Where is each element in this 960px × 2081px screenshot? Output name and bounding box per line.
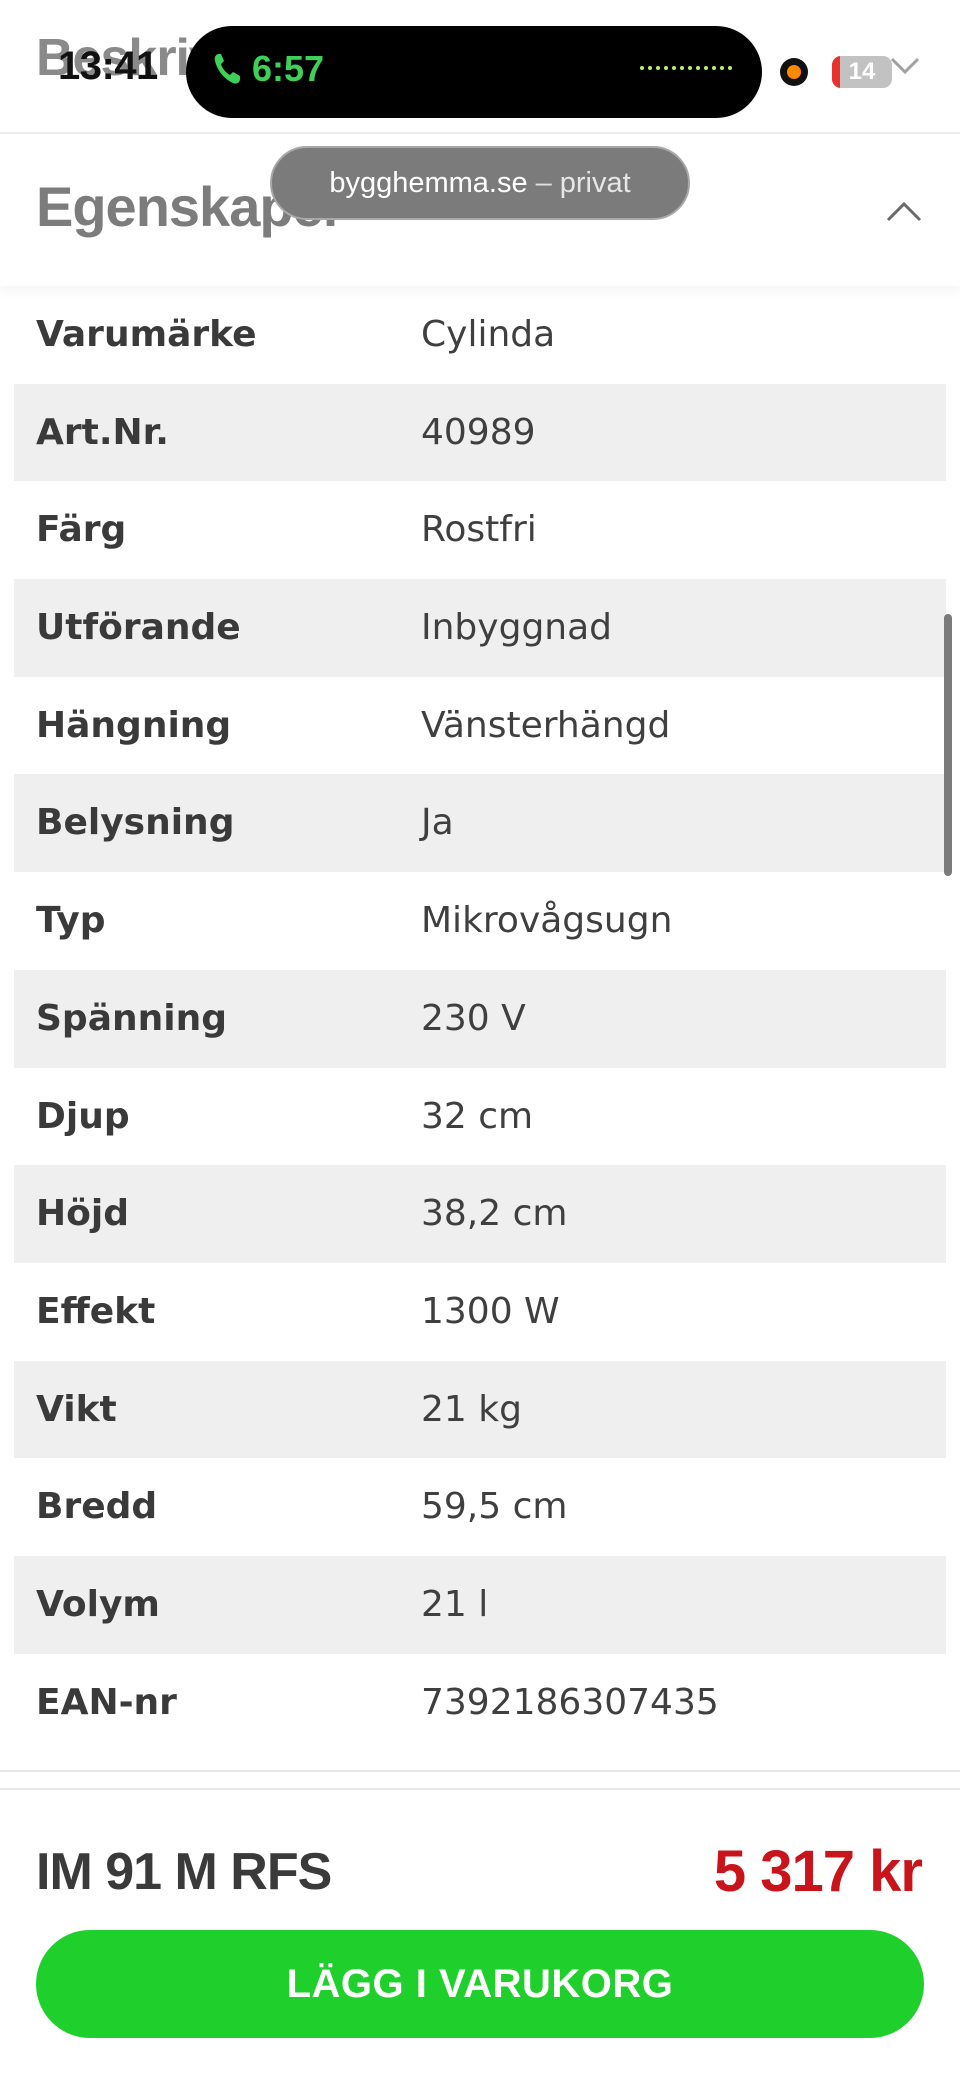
product-price: 5 317 kr (713, 1839, 923, 1904)
call-indicator: 6:57 (212, 48, 324, 90)
recording-dot-icon (780, 58, 808, 86)
spec-value: 21 kg (421, 1388, 522, 1430)
url-separator: – (535, 166, 552, 199)
battery-icon: 14 (832, 56, 892, 88)
table-row: Volym 21 l (14, 1555, 946, 1654)
scrollbar[interactable] (944, 614, 952, 876)
spec-label: Belysning (36, 802, 235, 844)
spec-value: Inbyggnad (421, 607, 613, 649)
spec-label: Höjd (36, 1193, 129, 1235)
product-name: IM 91 M RFS (36, 1843, 332, 1901)
spec-label: Art.Nr. (36, 411, 169, 453)
spec-value: 38,2 cm (421, 1193, 568, 1235)
spec-value: 7392186307435 (421, 1681, 719, 1723)
spec-value: Ja (421, 802, 454, 844)
properties-table: Varumärke Cylinda Art.Nr. 40989 Färg Rostfri U… (14, 286, 946, 1751)
spec-label: Spänning (36, 997, 227, 1039)
spec-label: Volym (36, 1583, 160, 1625)
spec-label: Färg (36, 509, 127, 551)
chevron-down-icon[interactable] (888, 48, 922, 82)
chevron-up-icon[interactable] (884, 192, 924, 232)
spec-label: Vikt (36, 1388, 117, 1430)
table-row: Höjd 38,2 cm (14, 1165, 946, 1263)
spec-label: EAN-nr (36, 1681, 177, 1723)
table-row: Belysning Ja (14, 774, 946, 873)
table-row: Hängning Vänsterhängd (14, 677, 946, 775)
address-pill[interactable]: bygghemma.se – privat (270, 146, 690, 220)
table-row: Utförande Inbyggnad (14, 579, 946, 677)
spec-value: Cylinda (421, 314, 556, 355)
spec-value: 1300 W (421, 1290, 560, 1332)
spec-label: Varumärke (36, 314, 257, 355)
divider (0, 1770, 960, 1772)
add-to-cart-button[interactable]: LÄGG I VARUKORG (36, 1930, 924, 2038)
table-row: Varumärke Cylinda (14, 286, 946, 384)
spec-label: Utförande (36, 607, 241, 649)
dynamic-island[interactable]: 6:57 (186, 26, 762, 118)
spec-label: Hängning (36, 704, 232, 746)
table-row: EAN-nr 7392186307435 (14, 1654, 946, 1752)
spec-label: Effekt (36, 1290, 156, 1332)
spec-label: Typ (36, 900, 106, 942)
table-row: Spänning 230 V (14, 969, 946, 1068)
spec-value: 21 l (421, 1583, 489, 1625)
table-row: Vikt 21 kg (14, 1360, 946, 1459)
spec-value: Mikrovågsugn (421, 900, 673, 942)
spec-value: 40989 (421, 411, 536, 453)
status-time: 13:41 (58, 44, 158, 88)
url-host: bygghemma.se (329, 166, 528, 199)
purchase-bar: IM 91 M RFS 5 317 kr LÄGG I VARUKORG (0, 1788, 960, 2081)
audio-wave-icon (640, 66, 732, 70)
table-row: Effekt 1300 W (14, 1263, 946, 1361)
spec-value: Vänsterhängd (421, 704, 671, 746)
private-mode-label: privat (559, 166, 631, 199)
table-row: Färg Rostfri (14, 481, 946, 579)
table-row: Bredd 59,5 cm (14, 1458, 946, 1556)
phone-icon (214, 54, 240, 84)
table-row: Art.Nr. 40989 (14, 383, 946, 482)
spec-label: Djup (36, 1095, 130, 1137)
spec-value: Rostfri (421, 509, 537, 551)
battery-percent: 14 (848, 58, 876, 85)
spec-value: 59,5 cm (421, 1486, 568, 1528)
table-row: Typ Mikrovågsugn (14, 872, 946, 970)
table-row: Djup 32 cm (14, 1068, 946, 1166)
spec-label: Bredd (36, 1486, 158, 1528)
spec-value: 32 cm (421, 1095, 534, 1137)
spec-value: 230 V (421, 997, 526, 1039)
call-duration: 6:57 (252, 48, 325, 89)
